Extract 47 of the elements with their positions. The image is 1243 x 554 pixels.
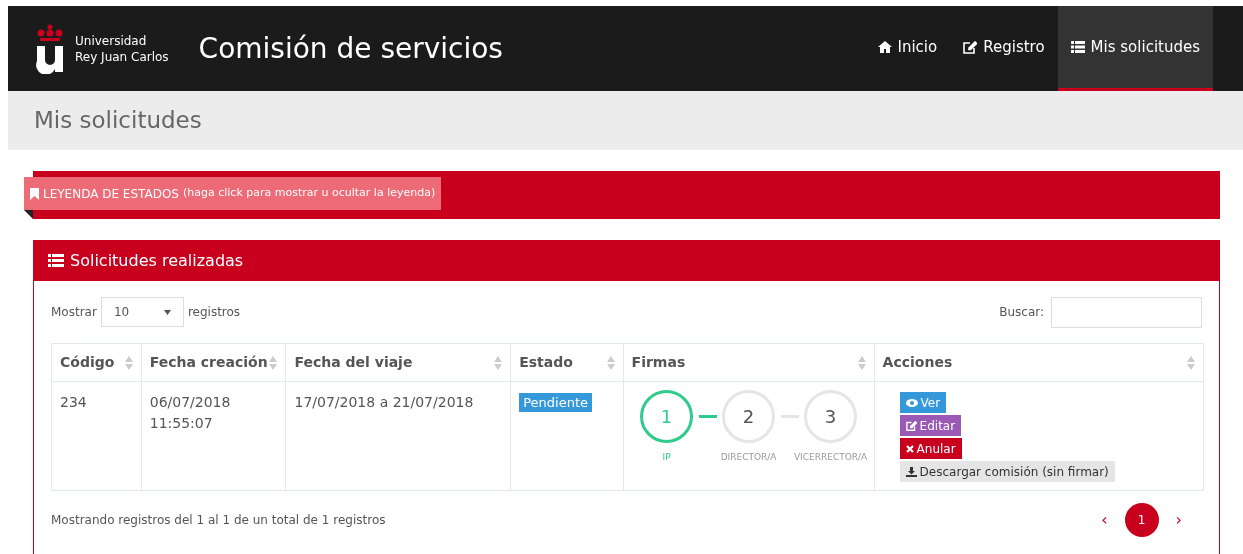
- edit-icon: [905, 420, 917, 431]
- eye-icon: [905, 398, 918, 407]
- download-button[interactable]: Descargar comisión (sin firmar): [899, 461, 1115, 482]
- home-icon: [877, 41, 892, 53]
- app-title: Comisión de servicios: [198, 30, 503, 67]
- list-icon: [1070, 41, 1085, 53]
- length-select[interactable]: 10: [100, 297, 184, 327]
- sort-icon: [494, 355, 503, 370]
- length-label: Mostrar: [51, 304, 97, 321]
- university-logo-icon: [35, 23, 65, 74]
- sort-icon: [124, 355, 133, 370]
- column-header[interactable]: Firmas: [631, 352, 686, 373]
- caret-icon: [163, 309, 171, 315]
- table-cell: 17/07/2018 a 21/07/2018: [294, 394, 474, 410]
- sort-icon: [606, 355, 615, 370]
- bookmark-icon: [30, 187, 39, 200]
- download-icon: [905, 466, 917, 477]
- nav-link[interactable]: Inicio: [864, 6, 951, 91]
- table-cell-text: 06/07/2018 11:55:07: [149, 393, 232, 433]
- search-field[interactable]: [1051, 296, 1202, 328]
- brand-name: Universidad: [75, 32, 148, 49]
- search-label: Buscar:: [999, 304, 1044, 321]
- column-header[interactable]: Acciones: [882, 352, 953, 373]
- page-title: Mis solicitudes: [34, 106, 202, 136]
- sort-icon: [269, 355, 278, 370]
- brand-name: Rey Juan Carlos: [75, 48, 169, 65]
- sort-icon: [1187, 355, 1195, 370]
- edit-button[interactable]: Editar: [899, 415, 962, 436]
- status-badge: Pendiente: [519, 393, 592, 412]
- table-cell: 234: [60, 394, 87, 410]
- close-icon: [905, 444, 914, 453]
- next-page-link[interactable]: ›: [1175, 508, 1182, 532]
- sort-icon: [857, 355, 866, 370]
- panel-title: Solicitudes realizadas: [70, 250, 244, 272]
- step-label: VICERRECTOR/A: [793, 451, 868, 464]
- table-info: Mostrando registros del 1 al 1 de un total de 1 registros: [51, 512, 386, 529]
- nav-link[interactable]: Mis solicitudes: [1057, 6, 1213, 91]
- edit-icon: [963, 40, 978, 54]
- page-link[interactable]: 1: [1124, 503, 1159, 537]
- length-label: registros: [187, 304, 241, 321]
- cancel-button[interactable]: Anular: [899, 438, 962, 459]
- step-label: IP: [662, 451, 671, 464]
- nav-link[interactable]: Registro: [950, 6, 1058, 91]
- list-icon: [48, 254, 64, 268]
- ribbon-fold-icon: [24, 210, 33, 219]
- previous-page-link[interactable]: ‹: [1101, 508, 1108, 532]
- step-label: DIRECTOR/A: [720, 451, 777, 464]
